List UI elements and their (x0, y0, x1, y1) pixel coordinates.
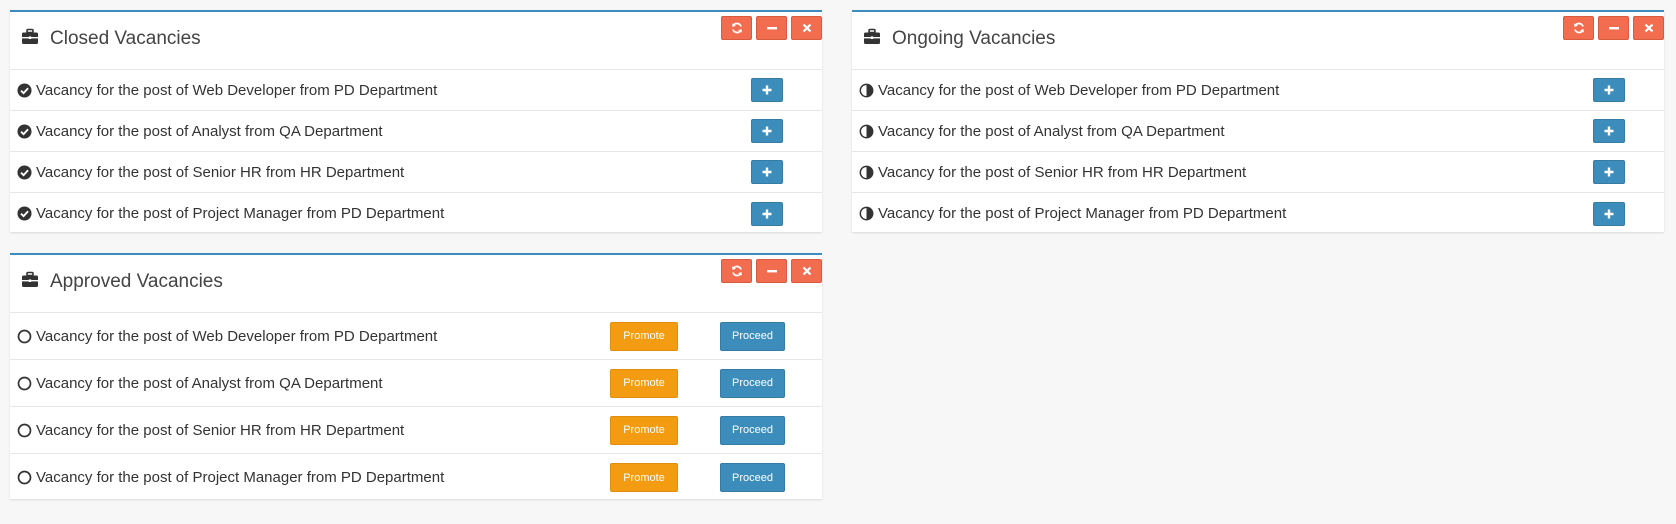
promote-button[interactable]: Promote (610, 368, 678, 398)
half-circle-icon (859, 83, 874, 98)
vacancy-label: Vacancy for the post of Web Developer fr… (36, 81, 438, 99)
plus-icon (1603, 84, 1615, 96)
close-button[interactable] (791, 16, 822, 40)
minimize-button[interactable] (1598, 16, 1629, 40)
close-icon (1643, 22, 1655, 34)
panel-tools (721, 16, 822, 40)
add-button[interactable] (1593, 78, 1625, 102)
vacancy-list: Vacancy for the post of Web Developer fr… (10, 313, 822, 501)
minimize-button[interactable] (756, 16, 787, 40)
vacancy-label: Vacancy for the post of Project Manager … (36, 205, 445, 222)
add-button[interactable] (751, 201, 783, 226)
proceed-button[interactable]: Proceed (720, 463, 785, 492)
list-item: Vacancy for the post of Senior HR from H… (10, 407, 822, 454)
refresh-button[interactable] (721, 259, 752, 283)
half-circle-icon (859, 165, 874, 180)
proceed-button[interactable]: Proceed (720, 415, 785, 445)
plus-icon (1603, 125, 1615, 137)
proceed-button[interactable]: Proceed (720, 321, 785, 351)
check-circle-icon (17, 83, 32, 98)
panel-title: Ongoing Vacancies (892, 28, 1056, 49)
vacancy-label: Vacancy for the post of Project Manager … (878, 205, 1287, 222)
list-item: Vacancy for the post of Analyst from QA … (10, 111, 822, 152)
minimize-button[interactable] (756, 259, 787, 283)
add-button[interactable] (751, 78, 783, 102)
minus-icon (1608, 22, 1620, 34)
close-icon (801, 22, 813, 34)
vacancy-label: Vacancy for the post of Senior HR from H… (36, 163, 405, 181)
half-circle-icon (859, 206, 874, 221)
list-item: Vacancy for the post of Senior HR from H… (10, 152, 822, 193)
plus-icon (761, 166, 773, 178)
half-circle-icon (859, 124, 874, 139)
check-circle-icon (17, 206, 32, 221)
briefcase-icon (21, 28, 39, 46)
add-button[interactable] (1593, 201, 1625, 226)
vacancy-label: Vacancy for the post of Analyst from QA … (36, 122, 383, 140)
check-circle-icon (17, 124, 32, 139)
proceed-button[interactable]: Proceed (720, 368, 785, 398)
plus-icon (1603, 166, 1615, 178)
list-item: Vacancy for the post of Project Manager … (852, 193, 1664, 234)
empty-circle-icon (17, 329, 32, 344)
vacancy-list: Vacancy for the post of Web Developer fr… (10, 70, 822, 234)
check-circle-icon (17, 165, 32, 180)
plus-icon (761, 84, 773, 96)
add-button[interactable] (1593, 160, 1625, 184)
panel-tools (1563, 16, 1664, 40)
list-item: Vacancy for the post of Web Developer fr… (10, 70, 822, 111)
closed-vacancies-panel: Closed Vacancies Vacancy for the post of… (10, 10, 822, 232)
promote-button[interactable]: Promote (610, 463, 678, 492)
promote-button[interactable]: Promote (610, 321, 678, 351)
list-item: Vacancy for the post of Web Developer fr… (10, 313, 822, 360)
refresh-icon (731, 22, 743, 34)
plus-icon (761, 125, 773, 137)
vacancy-label: Vacancy for the post of Web Developer fr… (36, 327, 438, 345)
refresh-icon (731, 265, 743, 277)
list-item: Vacancy for the post of Web Developer fr… (852, 70, 1664, 111)
briefcase-icon (21, 271, 39, 289)
ongoing-vacancies-panel: Ongoing Vacancies Vacancy for the post o… (852, 10, 1664, 232)
vacancy-label: Vacancy for the post of Analyst from QA … (36, 374, 383, 392)
panel-header: Closed Vacancies (10, 12, 822, 70)
refresh-button[interactable] (1563, 16, 1594, 40)
vacancy-label: Vacancy for the post of Analyst from QA … (878, 122, 1225, 140)
add-button[interactable] (751, 119, 783, 143)
promote-button[interactable]: Promote (610, 415, 678, 445)
plus-icon (1603, 208, 1615, 220)
list-item: Vacancy for the post of Senior HR from H… (852, 152, 1664, 193)
panel-tools (721, 259, 822, 283)
vacancy-label: Vacancy for the post of Senior HR from H… (878, 163, 1247, 181)
panel-header: Ongoing Vacancies (852, 12, 1664, 70)
minus-icon (766, 265, 778, 277)
empty-circle-icon (17, 423, 32, 438)
list-item: Vacancy for the post of Analyst from QA … (852, 111, 1664, 152)
panel-title: Closed Vacancies (50, 28, 201, 49)
vacancy-label: Vacancy for the post of Web Developer fr… (878, 81, 1280, 99)
approved-vacancies-panel: Approved Vacancies Vacancy for the post … (10, 253, 822, 499)
minus-icon (766, 22, 778, 34)
close-button[interactable] (791, 259, 822, 283)
plus-icon (761, 208, 773, 220)
list-item: Vacancy for the post of Project Manager … (10, 193, 822, 234)
refresh-icon (1573, 22, 1585, 34)
close-icon (801, 265, 813, 277)
panel-title: Approved Vacancies (50, 271, 223, 292)
add-button[interactable] (751, 160, 783, 184)
list-item: Vacancy for the post of Analyst from QA … (10, 360, 822, 407)
vacancy-list: Vacancy for the post of Web Developer fr… (852, 70, 1664, 234)
vacancy-label: Vacancy for the post of Project Manager … (36, 469, 445, 486)
empty-circle-icon (17, 470, 32, 485)
vacancy-label: Vacancy for the post of Senior HR from H… (36, 421, 405, 439)
briefcase-icon (863, 28, 881, 46)
close-button[interactable] (1633, 16, 1664, 40)
refresh-button[interactable] (721, 16, 752, 40)
add-button[interactable] (1593, 119, 1625, 143)
empty-circle-icon (17, 376, 32, 391)
panel-header: Approved Vacancies (10, 255, 822, 313)
list-item: Vacancy for the post of Project Manager … (10, 454, 822, 501)
